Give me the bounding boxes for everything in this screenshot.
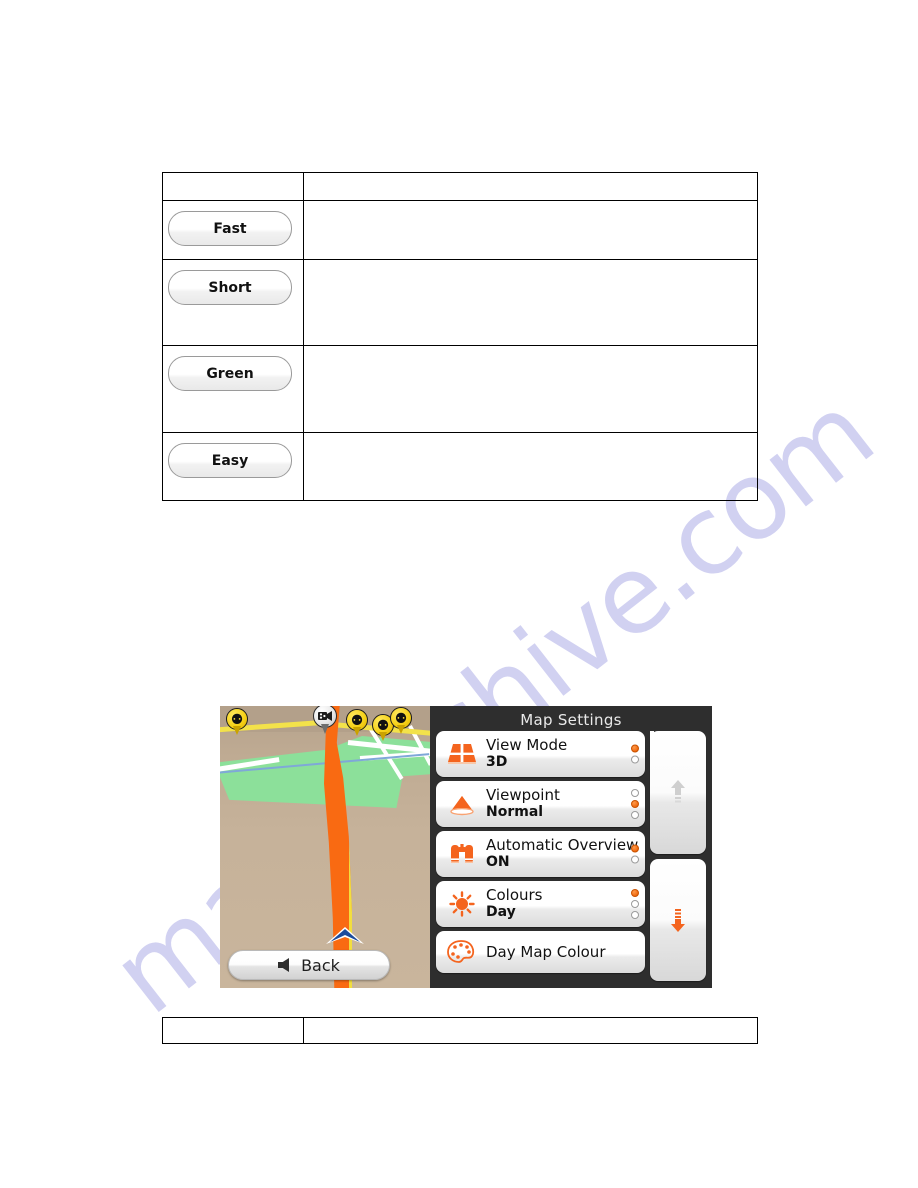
binoculars-icon (440, 834, 484, 874)
table-row: Fast (162, 200, 758, 260)
route-method-table: Fast Short Green Easy (162, 172, 758, 501)
settings-body: View Mode 3D Viewpoint Normal Automatic … (436, 731, 706, 981)
view-mode-3d-icon (440, 734, 484, 774)
row-text: Colours Day (484, 885, 645, 921)
bottom-cell-right (303, 1017, 758, 1044)
header-cell-description (303, 172, 758, 201)
option-dot-selected[interactable] (631, 744, 640, 753)
scroll-position-tick (650, 731, 654, 740)
viewpoint-cone-icon (440, 784, 484, 824)
scroll-down-button[interactable] (650, 858, 706, 981)
option-dot-selected[interactable] (631, 800, 640, 808)
row-value: 3D (486, 754, 508, 771)
cell-padding: Easy (163, 433, 303, 478)
settings-row-view-mode[interactable]: View Mode 3D (436, 731, 646, 777)
option-dot-selected[interactable] (631, 889, 640, 897)
option-dot[interactable] (631, 855, 640, 864)
description-cell-fast (303, 200, 758, 260)
settings-row-day-map-colour[interactable]: Day Map Colour (436, 931, 646, 973)
table-row: Green (162, 345, 758, 433)
settings-row-viewpoint[interactable]: Viewpoint Normal (436, 781, 646, 827)
row-text: Day Map Colour (484, 943, 645, 961)
table-row (162, 1017, 758, 1044)
scroll-down-arrow-icon (671, 908, 686, 932)
option-dot[interactable] (631, 789, 640, 797)
row-option-indicators (631, 889, 640, 919)
poi-glyph: ⚉ (394, 710, 408, 726)
row-text: Automatic Overview ON (484, 835, 645, 871)
poi-glyph: ⚉ (230, 711, 244, 727)
map-view[interactable]: ⚉ ⚉ ⚉ ⚉ Back (220, 706, 430, 988)
method-cell-fast: Fast (162, 200, 304, 260)
description-cell-short (303, 259, 758, 346)
bottom-cell-left (162, 1017, 304, 1044)
vehicle-position-arrow-icon (326, 927, 364, 944)
route-method-button-fast[interactable]: Fast (168, 211, 292, 246)
bottom-note-table (162, 1017, 758, 1044)
document-page: manualshive.com Fast Short Green Easy ⚉ … (0, 0, 918, 1188)
row-label: Viewpoint (486, 785, 560, 804)
row-text: Viewpoint Normal (484, 785, 645, 821)
poi-marker-pedestrian-crossing[interactable]: ⚉ (344, 709, 370, 739)
table-row: Short (162, 259, 758, 346)
poi-marker-pedestrian-crossing[interactable]: ⚉ (224, 708, 250, 738)
scroll-up-button[interactable] (650, 731, 706, 854)
scroll-up-arrow-icon (671, 780, 686, 803)
camera-glyph-icon (318, 711, 332, 721)
table-header-row (162, 172, 758, 201)
row-value: ON (486, 854, 510, 871)
row-option-indicators (631, 789, 640, 819)
row-value: Normal (486, 804, 544, 821)
left-arrow-icon (278, 958, 290, 972)
description-cell-green (303, 345, 758, 433)
cell-padding: Fast (163, 201, 303, 246)
back-button-label: Back (301, 955, 340, 975)
cell-padding: Green (163, 346, 303, 391)
gps-device-screenshot: ⚉ ⚉ ⚉ ⚉ Back Map Settings View Mode 3D V… (220, 706, 712, 988)
option-dot[interactable] (631, 755, 640, 764)
route-method-button-easy[interactable]: Easy (168, 443, 292, 478)
route-method-button-green[interactable]: Green (168, 356, 292, 391)
row-value: Day (486, 904, 516, 921)
settings-row-colours[interactable]: Colours Day (436, 881, 646, 927)
row-option-indicators (631, 844, 640, 864)
marker-stem (321, 724, 329, 734)
cell-padding: Short (163, 260, 303, 305)
panel-title: Map Settings (520, 711, 622, 729)
table-row: Easy (162, 432, 758, 501)
poi-marker-pedestrian-crossing[interactable]: ⚉ (388, 707, 414, 737)
option-dot-selected[interactable] (631, 844, 640, 853)
row-label: Automatic Overview (486, 835, 639, 854)
method-cell-easy: Easy (162, 432, 304, 501)
option-dot[interactable] (631, 811, 640, 819)
row-text: View Mode 3D (484, 735, 645, 771)
method-cell-short: Short (162, 259, 304, 346)
route-method-button-short[interactable]: Short (168, 270, 292, 305)
poi-glyph: ⚉ (350, 712, 364, 728)
settings-row-automatic-overview[interactable]: Automatic Overview ON (436, 831, 646, 877)
settings-list: View Mode 3D Viewpoint Normal Automatic … (436, 731, 646, 981)
method-cell-green: Green (162, 345, 304, 433)
row-option-indicators (631, 744, 640, 764)
description-cell-easy (303, 432, 758, 501)
back-button[interactable]: Back (228, 950, 390, 980)
option-dot[interactable] (631, 900, 640, 908)
row-label: View Mode (486, 735, 568, 754)
header-cell-method (162, 172, 304, 201)
poi-marker-speed-camera[interactable] (312, 706, 338, 736)
palette-icon (440, 932, 484, 972)
scroll-buttons (650, 731, 706, 981)
option-dot[interactable] (631, 911, 640, 919)
row-label: Day Map Colour (486, 943, 606, 961)
row-label: Colours (486, 885, 543, 904)
map-settings-panel: Map Settings View Mode 3D Viewpoint Norm… (430, 706, 712, 988)
sun-icon (440, 884, 484, 924)
